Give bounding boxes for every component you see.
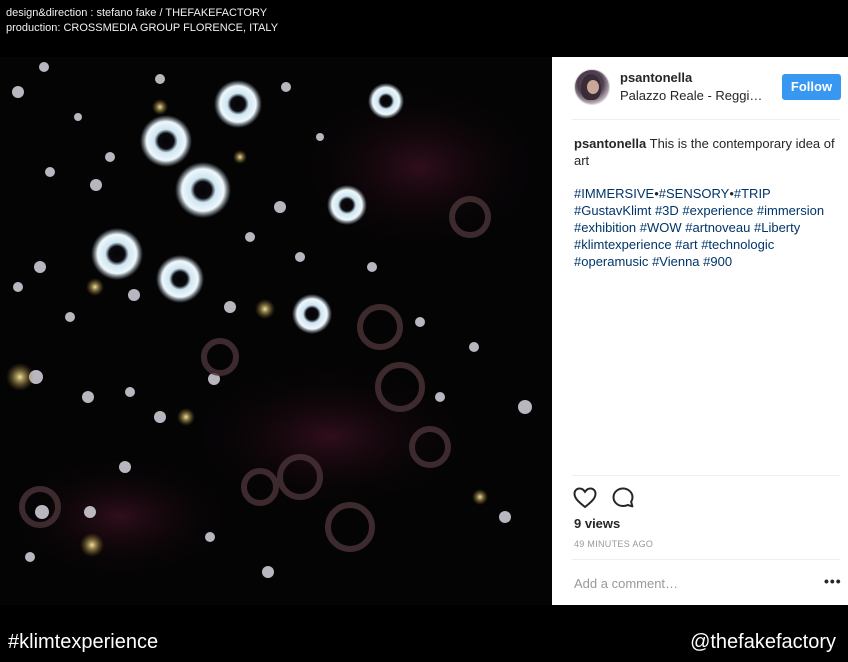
hashtag-link[interactable]: #900 [703,254,732,269]
hashtag-link[interactable]: #operamusic [574,254,648,269]
hashtag-link[interactable]: #klimtexperience [574,237,672,252]
avatar-face [587,80,599,94]
actions-divider [572,475,840,476]
more-options-button[interactable]: ••• [824,573,842,589]
hashtag-link[interactable]: #technologic [701,237,774,252]
post-location[interactable]: Palazzo Reale - Reggi… [620,88,770,103]
hashtag-link[interactable]: #WOW [640,220,682,235]
credits: design&direction : stefano fake / THEFAK… [6,6,278,36]
post-panel: psantonella Palazzo Reale - Reggi… Follo… [552,57,848,605]
footer-hashtag: #klimtexperience [8,631,159,653]
post-header: psantonella Palazzo Reale - Reggi… Follo… [552,57,848,119]
post-timestamp[interactable]: 49 MINUTES AGO [574,539,653,549]
header-divider [572,119,840,120]
hashtag-link[interactable]: #experience [682,203,753,218]
post-username[interactable]: psantonella [620,70,692,85]
comment-bubble-icon[interactable] [610,485,636,511]
caption-username[interactable]: psantonella [574,136,646,151]
hashtag-link[interactable]: #artnoveau [685,220,750,235]
hashtag-link[interactable]: #TRIP [734,186,771,201]
footer-handle: @thefakefactory [690,631,836,653]
hashtag-link[interactable]: #GustavKlimt [574,203,651,218]
hashtag-link[interactable]: #IMMERSIVE [574,186,654,201]
follow-button[interactable]: Follow [782,74,841,100]
comment-input[interactable] [574,574,804,592]
avatar[interactable] [574,69,610,105]
hashtag-link[interactable]: #Liberty [754,220,800,235]
video-frame[interactable] [0,57,552,605]
hashtag-list: #IMMERSIVE•#SENSORY•#TRIP #GustavKlimt #… [574,185,836,270]
hashtag-link[interactable]: #exhibition [574,220,636,235]
credits-direction: design&direction : stefano fake / THEFAK… [6,7,268,19]
credits-production: production: CROSSMEDIA GROUP FLORENCE, I… [6,22,279,34]
post-caption: psantonella This is the contemporary ide… [574,135,836,169]
hashtag-link[interactable]: #art [675,237,697,252]
hashtag-link[interactable]: #immersion [757,203,824,218]
hashtag-link[interactable]: #Vienna [652,254,699,269]
hashtag-link[interactable]: #3D [655,203,679,218]
view-count[interactable]: 9 views [574,516,620,531]
video-artwork [0,57,552,605]
comment-divider [572,559,840,560]
hashtag-link[interactable]: #SENSORY [659,186,730,201]
heart-icon[interactable] [572,485,598,511]
